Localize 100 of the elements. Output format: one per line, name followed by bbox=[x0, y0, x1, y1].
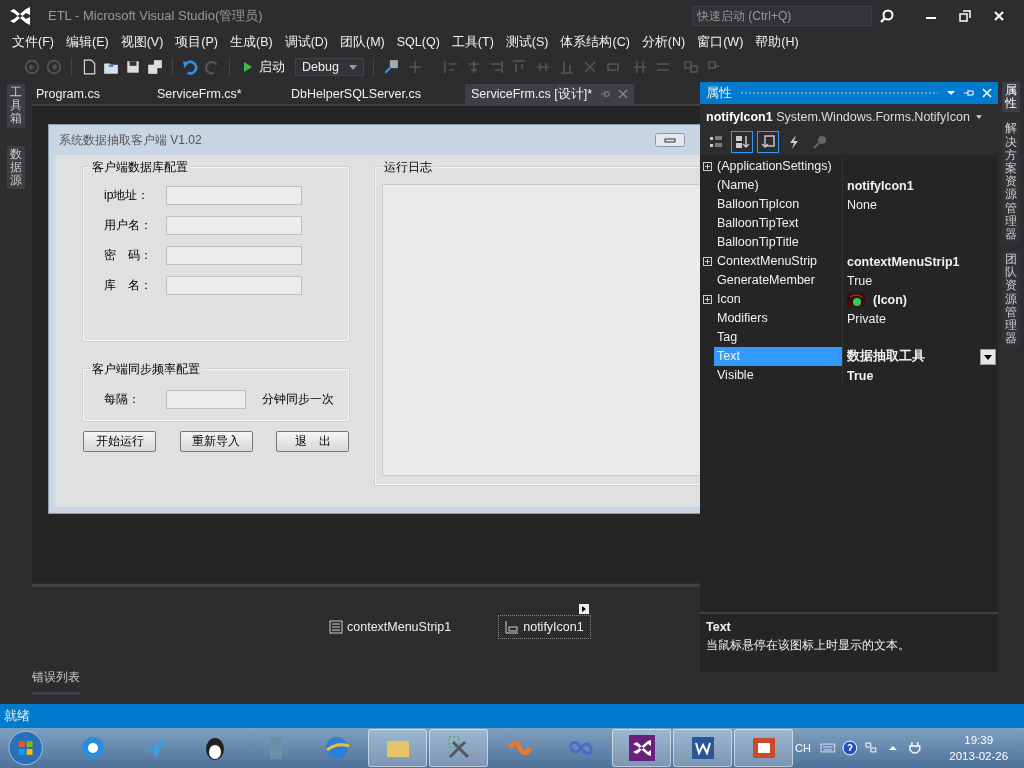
icon-preview-icon bbox=[847, 292, 865, 307]
menu-item[interactable]: 生成(B) bbox=[224, 33, 279, 51]
property-name[interactable]: Visible bbox=[714, 366, 843, 385]
error-list-tab[interactable]: 错误列表 bbox=[32, 667, 80, 695]
save-all-icon[interactable] bbox=[147, 59, 163, 75]
input-field[interactable] bbox=[166, 390, 246, 409]
field-label: 密 码： bbox=[104, 247, 153, 264]
search-icon[interactable] bbox=[880, 9, 894, 23]
menu-item[interactable]: 项目(P) bbox=[169, 33, 224, 51]
menu-item[interactable]: SQL(Q) bbox=[390, 35, 446, 49]
field-label: 库 名： bbox=[104, 277, 153, 294]
taskbar-button[interactable] bbox=[673, 729, 732, 767]
expand-icon[interactable] bbox=[702, 162, 712, 171]
input-field[interactable] bbox=[166, 246, 302, 265]
field-label: ip地址： bbox=[104, 187, 151, 204]
menu-item[interactable]: 窗口(W) bbox=[691, 33, 750, 51]
document-tab[interactable]: DbHelperSQLServer.cs bbox=[287, 84, 465, 104]
configuration-dropdown[interactable]: Debug bbox=[295, 58, 364, 76]
field-label: 用户名： bbox=[104, 217, 153, 234]
menu-item[interactable]: 帮助(H) bbox=[749, 33, 805, 51]
property-value[interactable]: True bbox=[847, 368, 874, 383]
tray-component[interactable]: contextMenuStrip1 bbox=[322, 615, 459, 639]
studio-logo-icon bbox=[8, 6, 32, 26]
dropdown-icon[interactable] bbox=[946, 88, 956, 98]
restore-icon[interactable] bbox=[959, 10, 971, 22]
property-name[interactable]: Modifiers bbox=[714, 309, 843, 328]
pin-icon[interactable] bbox=[600, 89, 611, 99]
description-title: Text bbox=[706, 620, 732, 634]
property-name[interactable]: BalloonTipIcon bbox=[714, 195, 843, 214]
help-icon[interactable] bbox=[841, 740, 858, 756]
property-value[interactable]: contextMenuStrip1 bbox=[847, 254, 960, 269]
property-name[interactable]: ContextMenuStrip bbox=[714, 252, 843, 271]
sort-alphabetical-icon[interactable] bbox=[732, 132, 752, 152]
caret-icon bbox=[348, 64, 357, 70]
dropdown-button[interactable] bbox=[980, 348, 996, 365]
side-tab[interactable]: 属性 bbox=[1002, 82, 1020, 113]
menu-item[interactable]: 团队(M) bbox=[334, 33, 391, 51]
property-value[interactable]: 数据抽取工具 bbox=[847, 348, 925, 365]
find-icon[interactable] bbox=[382, 59, 399, 75]
group-title: 客户端数据库配置 bbox=[90, 159, 190, 176]
description-text: 当鼠标悬停在该图标上时显示的文本。 bbox=[706, 637, 911, 654]
input-field[interactable] bbox=[166, 216, 302, 235]
input-field[interactable] bbox=[166, 186, 302, 205]
object-selector[interactable]: notifyIcon1 System.Windows.Forms.NotifyIcon bbox=[700, 104, 998, 129]
undo-icon[interactable] bbox=[182, 59, 198, 75]
group-title: 运行日志 bbox=[382, 159, 434, 176]
smart-tag-icon[interactable] bbox=[578, 604, 589, 614]
side-tab[interactable]: 团队资源管理器 bbox=[1002, 251, 1020, 348]
property-value[interactable]: (Icon) bbox=[873, 292, 908, 307]
document-tab[interactable]: Program.cs bbox=[32, 84, 153, 104]
menu-item[interactable]: 测试(S) bbox=[499, 33, 555, 51]
play-icon bbox=[243, 61, 253, 73]
keyboard-icon[interactable] bbox=[819, 740, 836, 756]
minimize-button[interactable] bbox=[655, 133, 685, 147]
form-button[interactable]: 退 出 bbox=[276, 431, 349, 452]
clock[interactable]: 19:39 2013-02-26 bbox=[937, 732, 1020, 764]
property-name[interactable]: (ApplicationSettings) bbox=[714, 157, 843, 176]
property-name[interactable]: BalloonTipTitle bbox=[714, 233, 843, 252]
menu-item[interactable]: 编辑(E) bbox=[59, 33, 115, 51]
property-name[interactable]: BalloonTipText bbox=[714, 214, 843, 233]
property-name[interactable]: Icon bbox=[714, 290, 843, 309]
language-indicator[interactable]: CH bbox=[795, 742, 811, 754]
group-title: 客户端同步频率配置 bbox=[90, 361, 202, 378]
expand-icon[interactable] bbox=[702, 295, 712, 304]
property-value[interactable]: True bbox=[847, 273, 873, 288]
window-title: ETL - Microsoft Visual Studio(管理员) bbox=[48, 7, 263, 25]
taskbar-button[interactable] bbox=[612, 729, 672, 767]
field-label: 每隔： bbox=[104, 391, 141, 408]
menu-item[interactable]: 视图(V) bbox=[114, 33, 170, 51]
new-file-icon[interactable] bbox=[81, 59, 97, 75]
form-button[interactable]: 开始运行 bbox=[83, 431, 156, 452]
menu-item[interactable]: 工具(T) bbox=[445, 33, 500, 51]
property-value[interactable]: Private bbox=[847, 311, 886, 326]
menu-item[interactable]: 调试(D) bbox=[278, 33, 334, 51]
property-name[interactable]: GenerateMember bbox=[714, 271, 843, 290]
expand-icon[interactable] bbox=[702, 257, 712, 266]
properties-icon[interactable] bbox=[758, 132, 778, 152]
power-icon[interactable] bbox=[906, 740, 923, 756]
start-button[interactable]: 启动 bbox=[239, 58, 289, 76]
tray-component[interactable]: notifyIcon1 bbox=[498, 615, 591, 639]
document-tab[interactable]: ServiceFrm.cs* bbox=[153, 84, 287, 104]
side-tab[interactable]: 数据源 bbox=[7, 145, 25, 190]
unit-label: 分钟同步一次 bbox=[262, 391, 334, 408]
input-field[interactable] bbox=[166, 276, 302, 295]
document-tab[interactable]: ServiceFrm.cs [设计]* bbox=[465, 84, 635, 104]
property-value[interactable]: None bbox=[847, 197, 877, 212]
bow-icon bbox=[627, 734, 656, 762]
form-button[interactable]: 重新导入 bbox=[179, 431, 253, 452]
panel-title: 属性 bbox=[706, 84, 732, 102]
tray-notify-icon bbox=[505, 620, 520, 634]
side-tab[interactable]: 工具箱 bbox=[7, 84, 25, 128]
menu-item[interactable]: 分析(N) bbox=[635, 33, 692, 51]
start-orb-icon[interactable] bbox=[8, 730, 44, 766]
quick-launch-field[interactable]: 快速启动 (Ctrl+Q) bbox=[692, 6, 872, 26]
property-value[interactable]: notifyIcon1 bbox=[847, 178, 914, 193]
menu-item[interactable]: 体系结构(C) bbox=[554, 33, 636, 51]
menu-item[interactable]: 文件(F) bbox=[6, 33, 60, 51]
property-name[interactable]: (Name) bbox=[714, 176, 843, 195]
save-icon[interactable] bbox=[125, 59, 141, 75]
side-tab[interactable]: 解决方案资源管理器 bbox=[1002, 120, 1020, 244]
